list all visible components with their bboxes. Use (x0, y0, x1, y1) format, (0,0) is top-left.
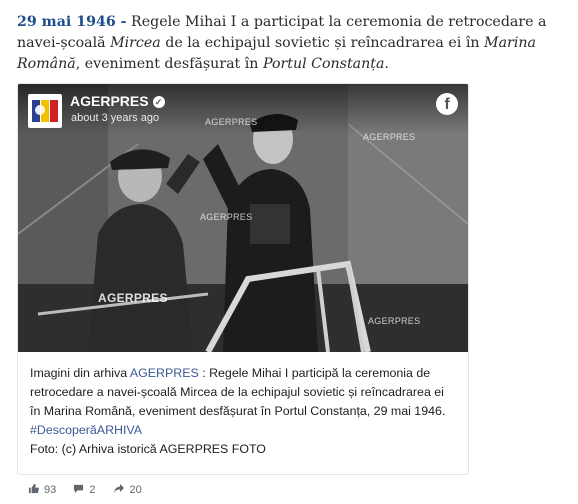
thumbs-up-icon (28, 483, 39, 497)
comment-icon (73, 483, 84, 497)
page-name-label[interactable]: AGERPRES (70, 93, 149, 109)
verified-badge-icon: ✓ (152, 96, 165, 108)
agerpres-logo[interactable] (28, 94, 62, 128)
article-text-end: . (384, 56, 389, 72)
facebook-post-embed: AGERPRES ✓ about 3 years ago f AGERPRES A… (17, 83, 469, 475)
watermark: AGERPRES (368, 316, 421, 326)
port-name: Portul Constanța (262, 56, 385, 72)
article-text-3: , eveniment desfășurat în (75, 56, 259, 72)
article-paragraph: 29 mai 1946 - Regele Mihai I a participa… (17, 12, 562, 75)
watermark: AGERPRES (98, 291, 168, 305)
facebook-icon[interactable]: f (436, 93, 458, 115)
share-icon (113, 483, 125, 497)
comments-count[interactable]: 2 (73, 483, 95, 497)
watermark: AGERPRES (200, 212, 253, 222)
archive-photo[interactable]: AGERPRES ✓ about 3 years ago f AGERPRES A… (18, 84, 468, 352)
caption-page-link[interactable]: AGERPRES (130, 366, 199, 380)
watermark: AGERPRES (205, 117, 258, 127)
article-text-2: de la echipajul sovietic și reîncadrarea… (165, 35, 480, 51)
engagement-bar: 93 2 20 (28, 483, 156, 497)
agerpres-logo-icon (32, 100, 58, 122)
shares-count[interactable]: 20 (113, 483, 142, 497)
caption-prefix: Imagini din arhiva (30, 366, 128, 380)
post-timestamp[interactable]: about 3 years ago (71, 112, 159, 124)
watermark: AGERPRES (363, 132, 416, 142)
photo-credit: Foto: (c) Arhiva istorică AGERPRES FOTO (30, 442, 266, 456)
hashtag-link[interactable]: #DescoperăARHIVA (30, 423, 142, 437)
ship-name: Mircea (110, 35, 161, 51)
post-caption: Imagini din arhiva AGERPRES : Regele Mih… (30, 364, 456, 459)
article-date: 29 mai 1946 - (17, 14, 127, 30)
likes-count[interactable]: 93 (28, 483, 56, 497)
page-name[interactable]: AGERPRES ✓ (70, 93, 165, 109)
